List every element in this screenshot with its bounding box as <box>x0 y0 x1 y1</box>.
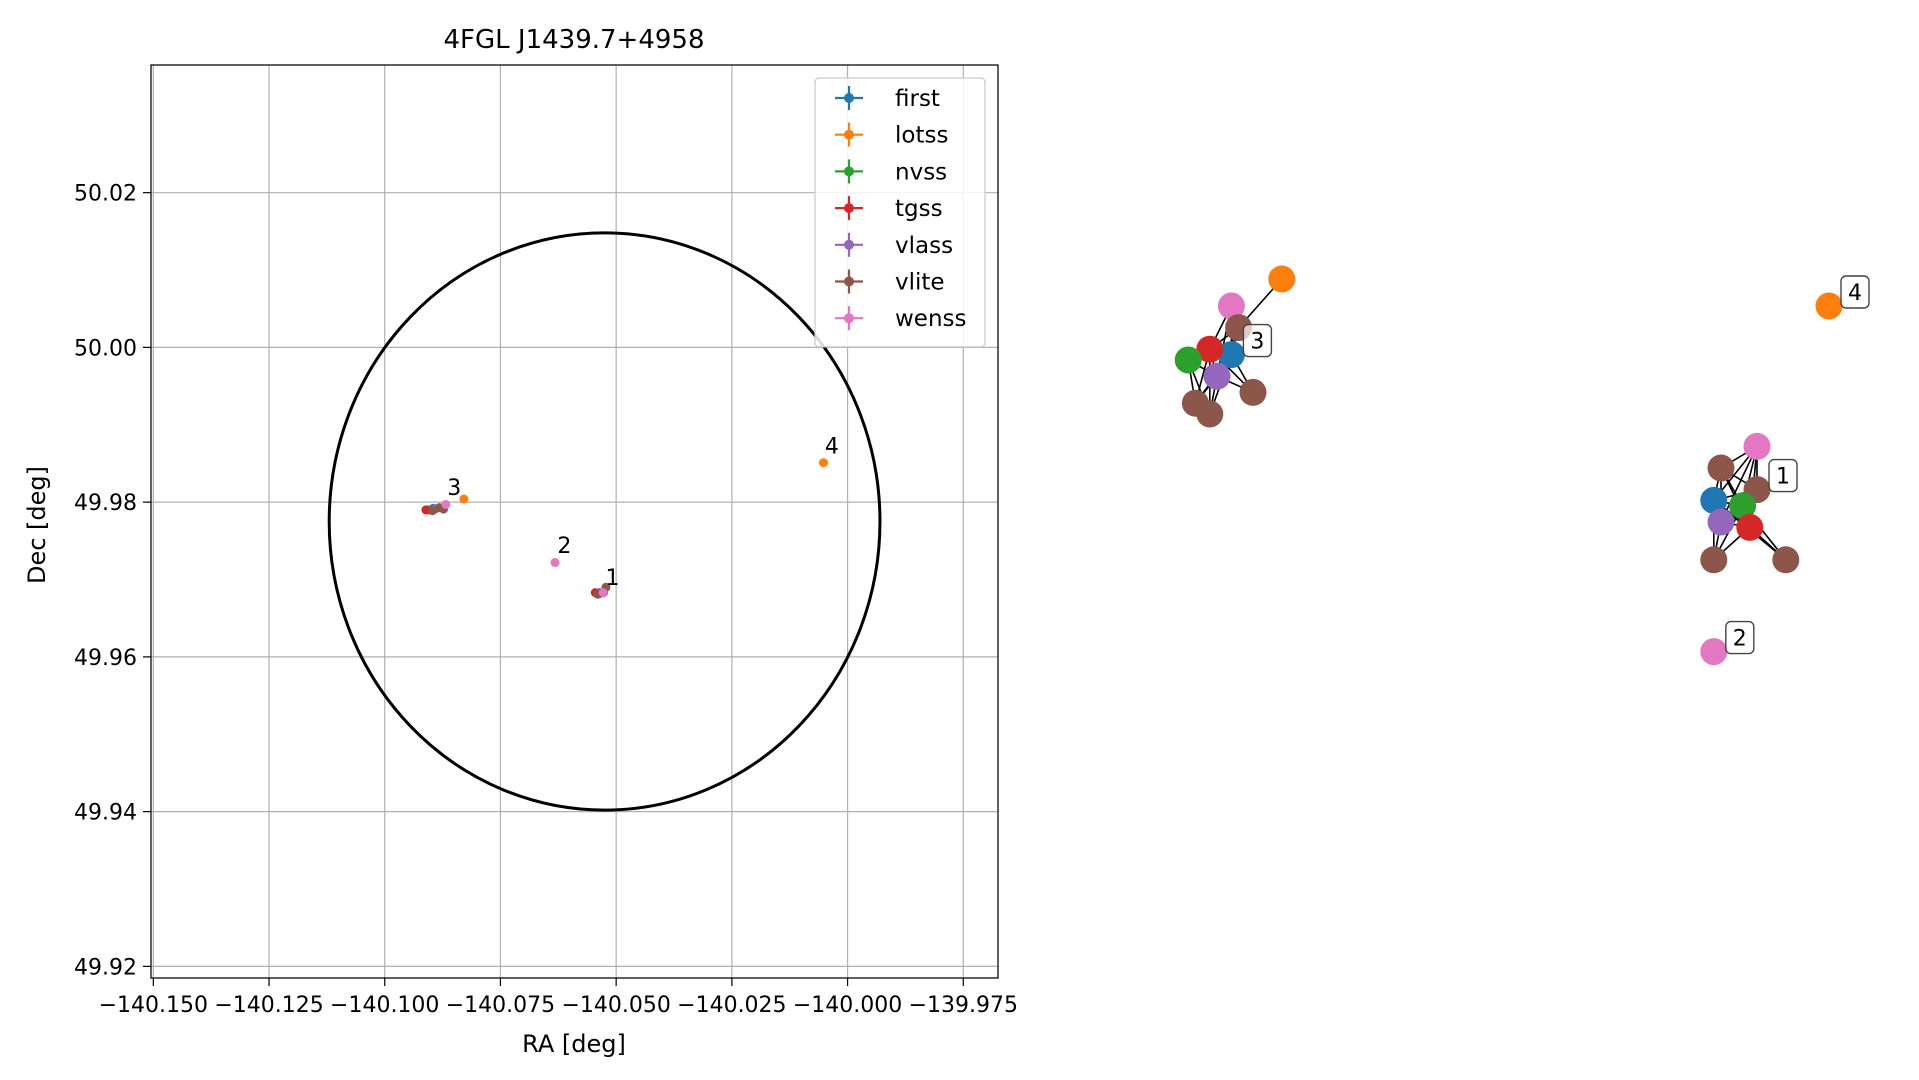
graph-node <box>1707 508 1735 536</box>
sky-position-chart: 1234 −140.150 −140.125 −140.100 −140.075 −14… <box>23 25 1018 1058</box>
y-tick-label: 49.96 <box>74 646 137 671</box>
point-wenss <box>441 499 451 509</box>
y-axis-label: Dec [deg] <box>23 466 51 584</box>
point-annotation: 3 <box>447 476 461 501</box>
graph-label-text: 1 <box>1776 465 1790 490</box>
legend-label: vlass <box>895 233 953 259</box>
point-annotation: 2 <box>557 534 571 559</box>
graph-node <box>1743 432 1771 460</box>
legend-label: wenss <box>895 306 967 332</box>
y-tick-label: 50.02 <box>74 182 137 207</box>
graph-node-label: 4 <box>1840 275 1870 309</box>
legend-marker-dot <box>844 313 854 324</box>
chart-title: 4FGL J1439.7+4958 <box>444 25 705 55</box>
y-tick-label: 49.92 <box>74 955 137 980</box>
x-axis-ticks: −140.150 −140.125 −140.100 −140.075 −140.050… <box>99 978 1018 1018</box>
legend-label: tgss <box>895 196 943 222</box>
legend-marker-dot <box>844 166 854 177</box>
y-tick-label: 50.00 <box>74 336 137 361</box>
graph-node <box>1772 546 1800 574</box>
graph-node <box>1268 265 1296 293</box>
graph-node <box>1707 454 1735 482</box>
x-tick-label: −140.000 <box>793 993 902 1018</box>
point-wenss <box>550 558 560 568</box>
legend: first lotss nvss tgss vlass vlite wenss <box>814 77 986 348</box>
x-tick-label: −139.975 <box>909 993 1018 1018</box>
graph-label-text: 2 <box>1733 627 1747 652</box>
graph-label-text: 4 <box>1848 281 1862 306</box>
x-tick-label: −140.100 <box>330 993 439 1018</box>
y-tick-label: 49.94 <box>74 801 137 826</box>
point-lotss <box>819 458 829 468</box>
graph-node-label: 2 <box>1725 620 1755 655</box>
graph-label-text: 3 <box>1250 330 1264 355</box>
graph-node-label: 1 <box>1768 458 1798 493</box>
x-tick-label: −140.150 <box>99 993 208 1018</box>
graph-labels: 1 2 3 4 <box>1242 275 1870 655</box>
graph-node <box>1239 378 1267 406</box>
graph-node <box>1815 292 1843 320</box>
legend-label: lotss <box>895 123 948 149</box>
graph-node <box>1174 346 1202 374</box>
legend-label: nvss <box>895 159 947 185</box>
network-graph: 1 2 3 4 <box>1174 265 1870 666</box>
legend-label: vlite <box>895 270 945 296</box>
graph-node <box>1700 638 1728 666</box>
legend-marker-dot <box>844 93 854 103</box>
x-axis-label: RA [deg] <box>522 1030 626 1058</box>
graph-node <box>1196 400 1224 428</box>
x-tick-label: −140.075 <box>446 993 555 1018</box>
x-tick-label: −140.125 <box>214 993 323 1018</box>
x-tick-label: −140.025 <box>677 993 786 1018</box>
graph-node <box>1203 362 1231 390</box>
legend-marker-dot <box>844 129 854 140</box>
graph-node <box>1736 513 1764 541</box>
y-axis-ticks: 49.92 49.94 49.96 49.98 50.00 50.02 <box>74 182 151 980</box>
x-tick-label: −140.050 <box>561 993 670 1018</box>
graph-node-label: 3 <box>1242 323 1273 358</box>
y-tick-label: 49.98 <box>74 491 137 516</box>
legend-marker-dot <box>844 276 854 287</box>
legend-label: first <box>895 86 940 112</box>
legend-marker-dot <box>844 203 854 214</box>
graph-edges <box>1187 278 1787 561</box>
legend-marker-dot <box>844 239 854 250</box>
point-annotation: 4 <box>825 434 839 459</box>
point-annotation: 1 <box>606 566 620 591</box>
graph-node <box>1700 546 1728 574</box>
figure: 1234 −140.150 −140.125 −140.100 −140.075 −14… <box>23 25 1870 1058</box>
